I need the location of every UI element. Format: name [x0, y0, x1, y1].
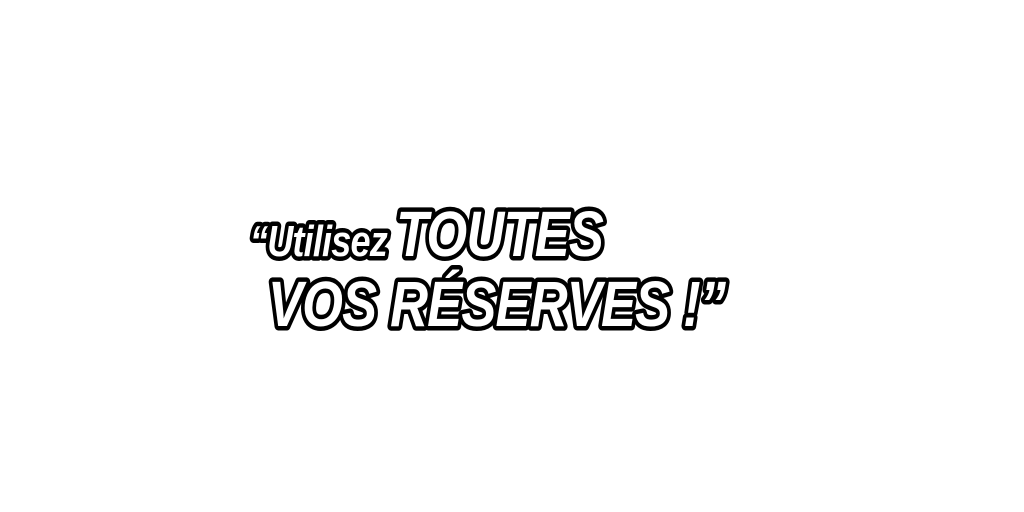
slogan-quote: “Utilisez TOUTES VOS RÉSERVES !”	[246, 195, 732, 344]
svg-text:“Utilisez TOUTES: “Utilisez TOUTES	[250, 199, 604, 270]
quote-line-2-text: VOS RÉSERVES !”	[268, 268, 727, 340]
quote-line-1: “Utilisez TOUTES	[246, 195, 609, 274]
slogan-canvas: “Utilisez TOUTES VOS RÉSERVES !”	[0, 0, 1024, 512]
quote-line-1-emphasis: TOUTES	[396, 199, 604, 270]
quote-line-1-prefix: “Utilisez	[250, 217, 396, 266]
quote-line-2: VOS RÉSERVES !”	[264, 264, 732, 344]
